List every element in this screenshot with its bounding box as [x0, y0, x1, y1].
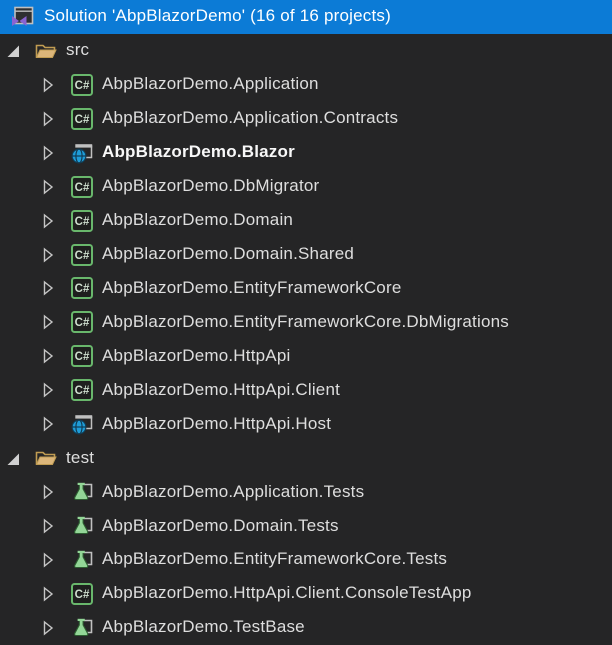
tree-item-abpblazordemo-entityframeworkcore-dbmigrations[interactable]: C# AbpBlazorDemo.EntityFrameworkCore.DbMi… — [0, 305, 612, 339]
folder-open-icon — [34, 39, 58, 63]
svg-text:C#: C# — [75, 317, 90, 329]
expand-collapse-arrow-collapsed-icon[interactable] — [38, 577, 70, 611]
expand-collapse-arrow-collapsed-icon[interactable] — [38, 170, 70, 204]
tree-item-label: AbpBlazorDemo.DbMigrator — [102, 177, 319, 196]
tree-item-abpblazordemo-dbmigrator[interactable]: C# AbpBlazorDemo.DbMigrator — [0, 170, 612, 204]
expand-collapse-arrow-collapsed-icon[interactable] — [38, 102, 70, 136]
solution-node[interactable]: Solution 'AbpBlazorDemo' (16 of 16 proje… — [0, 0, 612, 34]
expand-collapse-arrow-collapsed-icon[interactable] — [38, 68, 70, 102]
folder-open-icon — [34, 446, 58, 470]
tree-item-abpblazordemo-testbase[interactable]: AbpBlazorDemo.TestBase — [0, 611, 612, 645]
csharp-project-icon: C# — [70, 209, 94, 233]
solution-icon — [10, 4, 36, 30]
tree-item-abpblazordemo-application-contracts[interactable]: C# AbpBlazorDemo.Application.Contracts — [0, 102, 612, 136]
tree-item-label: AbpBlazorDemo.Domain.Tests — [102, 517, 339, 536]
tree-item-label: AbpBlazorDemo.EntityFrameworkCore — [102, 279, 401, 298]
csharp-project-icon: C# — [70, 107, 94, 131]
svg-text:C#: C# — [75, 351, 90, 363]
expand-collapse-arrow-collapsed-icon[interactable] — [38, 611, 70, 645]
test-project-icon — [70, 548, 94, 572]
tree-item-abpblazordemo-entityframeworkcore[interactable]: C# AbpBlazorDemo.EntityFrameworkCore — [0, 272, 612, 306]
solution-explorer-tree: Solution 'AbpBlazorDemo' (16 of 16 proje… — [0, 0, 612, 645]
tree-item-label: AbpBlazorDemo.Application — [102, 75, 319, 94]
tree-item-label: test — [66, 449, 94, 468]
tree-item-abpblazordemo-httpapi-client[interactable]: C# AbpBlazorDemo.HttpApi.Client — [0, 373, 612, 407]
tree-item-abpblazordemo-blazor[interactable]: AbpBlazorDemo.Blazor — [0, 136, 612, 170]
expand-collapse-arrow-collapsed-icon[interactable] — [38, 136, 70, 170]
tree-item-label: AbpBlazorDemo.HttpApi.Client — [102, 381, 340, 400]
svg-text:C#: C# — [75, 114, 90, 126]
svg-text:C#: C# — [75, 80, 90, 92]
expand-collapse-arrow-collapsed-icon[interactable] — [38, 407, 70, 441]
tree-item-abpblazordemo-application[interactable]: C# AbpBlazorDemo.Application — [0, 68, 612, 102]
svg-text:C#: C# — [75, 589, 90, 601]
expand-collapse-arrow-collapsed-icon[interactable] — [38, 509, 70, 543]
expand-collapse-arrow-collapsed-icon[interactable] — [38, 204, 70, 238]
tree-item-label: Solution 'AbpBlazorDemo' (16 of 16 proje… — [44, 7, 391, 26]
tree-item-label: AbpBlazorDemo.Domain.Shared — [102, 245, 354, 264]
tree-item-label: AbpBlazorDemo.HttpApi — [102, 347, 290, 366]
expand-collapse-arrow-expanded-icon[interactable] — [2, 441, 34, 475]
tree-item-abpblazordemo-httpapi-host[interactable]: AbpBlazorDemo.HttpApi.Host — [0, 407, 612, 441]
svg-text:C#: C# — [75, 283, 90, 295]
web-project-icon — [70, 412, 94, 436]
expand-collapse-arrow-collapsed-icon[interactable] — [38, 305, 70, 339]
expand-collapse-arrow-collapsed-icon[interactable] — [38, 543, 70, 577]
tree-item-label: AbpBlazorDemo.HttpApi.Client.ConsoleTest… — [102, 584, 472, 603]
tree-item-label: AbpBlazorDemo.TestBase — [102, 618, 305, 637]
test-project-icon — [70, 480, 94, 504]
tree-item-abpblazordemo-domain-tests[interactable]: AbpBlazorDemo.Domain.Tests — [0, 509, 612, 543]
tree-item-label: AbpBlazorDemo.Application.Tests — [102, 483, 364, 502]
csharp-project-icon: C# — [70, 344, 94, 368]
tree-item-abpblazordemo-application-tests[interactable]: AbpBlazorDemo.Application.Tests — [0, 475, 612, 509]
tree-item-abpblazordemo-domain-shared[interactable]: C# AbpBlazorDemo.Domain.Shared — [0, 238, 612, 272]
csharp-project-icon: C# — [70, 582, 94, 606]
expand-collapse-arrow-collapsed-icon[interactable] — [38, 272, 70, 306]
tree-item-abpblazordemo-httpapi[interactable]: C# AbpBlazorDemo.HttpApi — [0, 339, 612, 373]
tree-item-src[interactable]: src — [0, 34, 612, 68]
tree-item-abpblazordemo-httpapi-client-consoletestapp[interactable]: C# AbpBlazorDemo.HttpApi.Client.ConsoleTe… — [0, 577, 612, 611]
svg-text:C#: C# — [75, 182, 90, 194]
tree-item-label: AbpBlazorDemo.Blazor — [102, 143, 295, 162]
tree-item-label: src — [66, 41, 89, 60]
tree-item-label: AbpBlazorDemo.EntityFrameworkCore.Tests — [102, 550, 447, 569]
csharp-project-icon: C# — [70, 73, 94, 97]
expand-collapse-arrow-collapsed-icon[interactable] — [38, 475, 70, 509]
csharp-project-icon: C# — [70, 310, 94, 334]
tree-item-label: AbpBlazorDemo.Application.Contracts — [102, 109, 398, 128]
csharp-project-icon: C# — [70, 378, 94, 402]
csharp-project-icon: C# — [70, 243, 94, 267]
csharp-project-icon: C# — [70, 175, 94, 199]
tree-item-abpblazordemo-entityframeworkcore-tests[interactable]: AbpBlazorDemo.EntityFrameworkCore.Tests — [0, 543, 612, 577]
csharp-project-icon: C# — [70, 276, 94, 300]
tree-item-label: AbpBlazorDemo.HttpApi.Host — [102, 415, 331, 434]
tree-item-label: AbpBlazorDemo.Domain — [102, 211, 293, 230]
svg-text:C#: C# — [75, 250, 90, 262]
svg-text:C#: C# — [75, 385, 90, 397]
tree-item-abpblazordemo-domain[interactable]: C# AbpBlazorDemo.Domain — [0, 204, 612, 238]
tree-item-test[interactable]: test — [0, 441, 612, 475]
expand-collapse-arrow-collapsed-icon[interactable] — [38, 339, 70, 373]
expand-collapse-arrow-expanded-icon[interactable] — [2, 34, 34, 68]
svg-text:C#: C# — [75, 216, 90, 228]
test-project-icon — [70, 514, 94, 538]
web-project-icon — [70, 141, 94, 165]
expand-collapse-arrow-collapsed-icon[interactable] — [38, 238, 70, 272]
test-project-icon — [70, 616, 94, 640]
expand-collapse-arrow-collapsed-icon[interactable] — [38, 373, 70, 407]
tree-item-label: AbpBlazorDemo.EntityFrameworkCore.DbMigr… — [102, 313, 509, 332]
